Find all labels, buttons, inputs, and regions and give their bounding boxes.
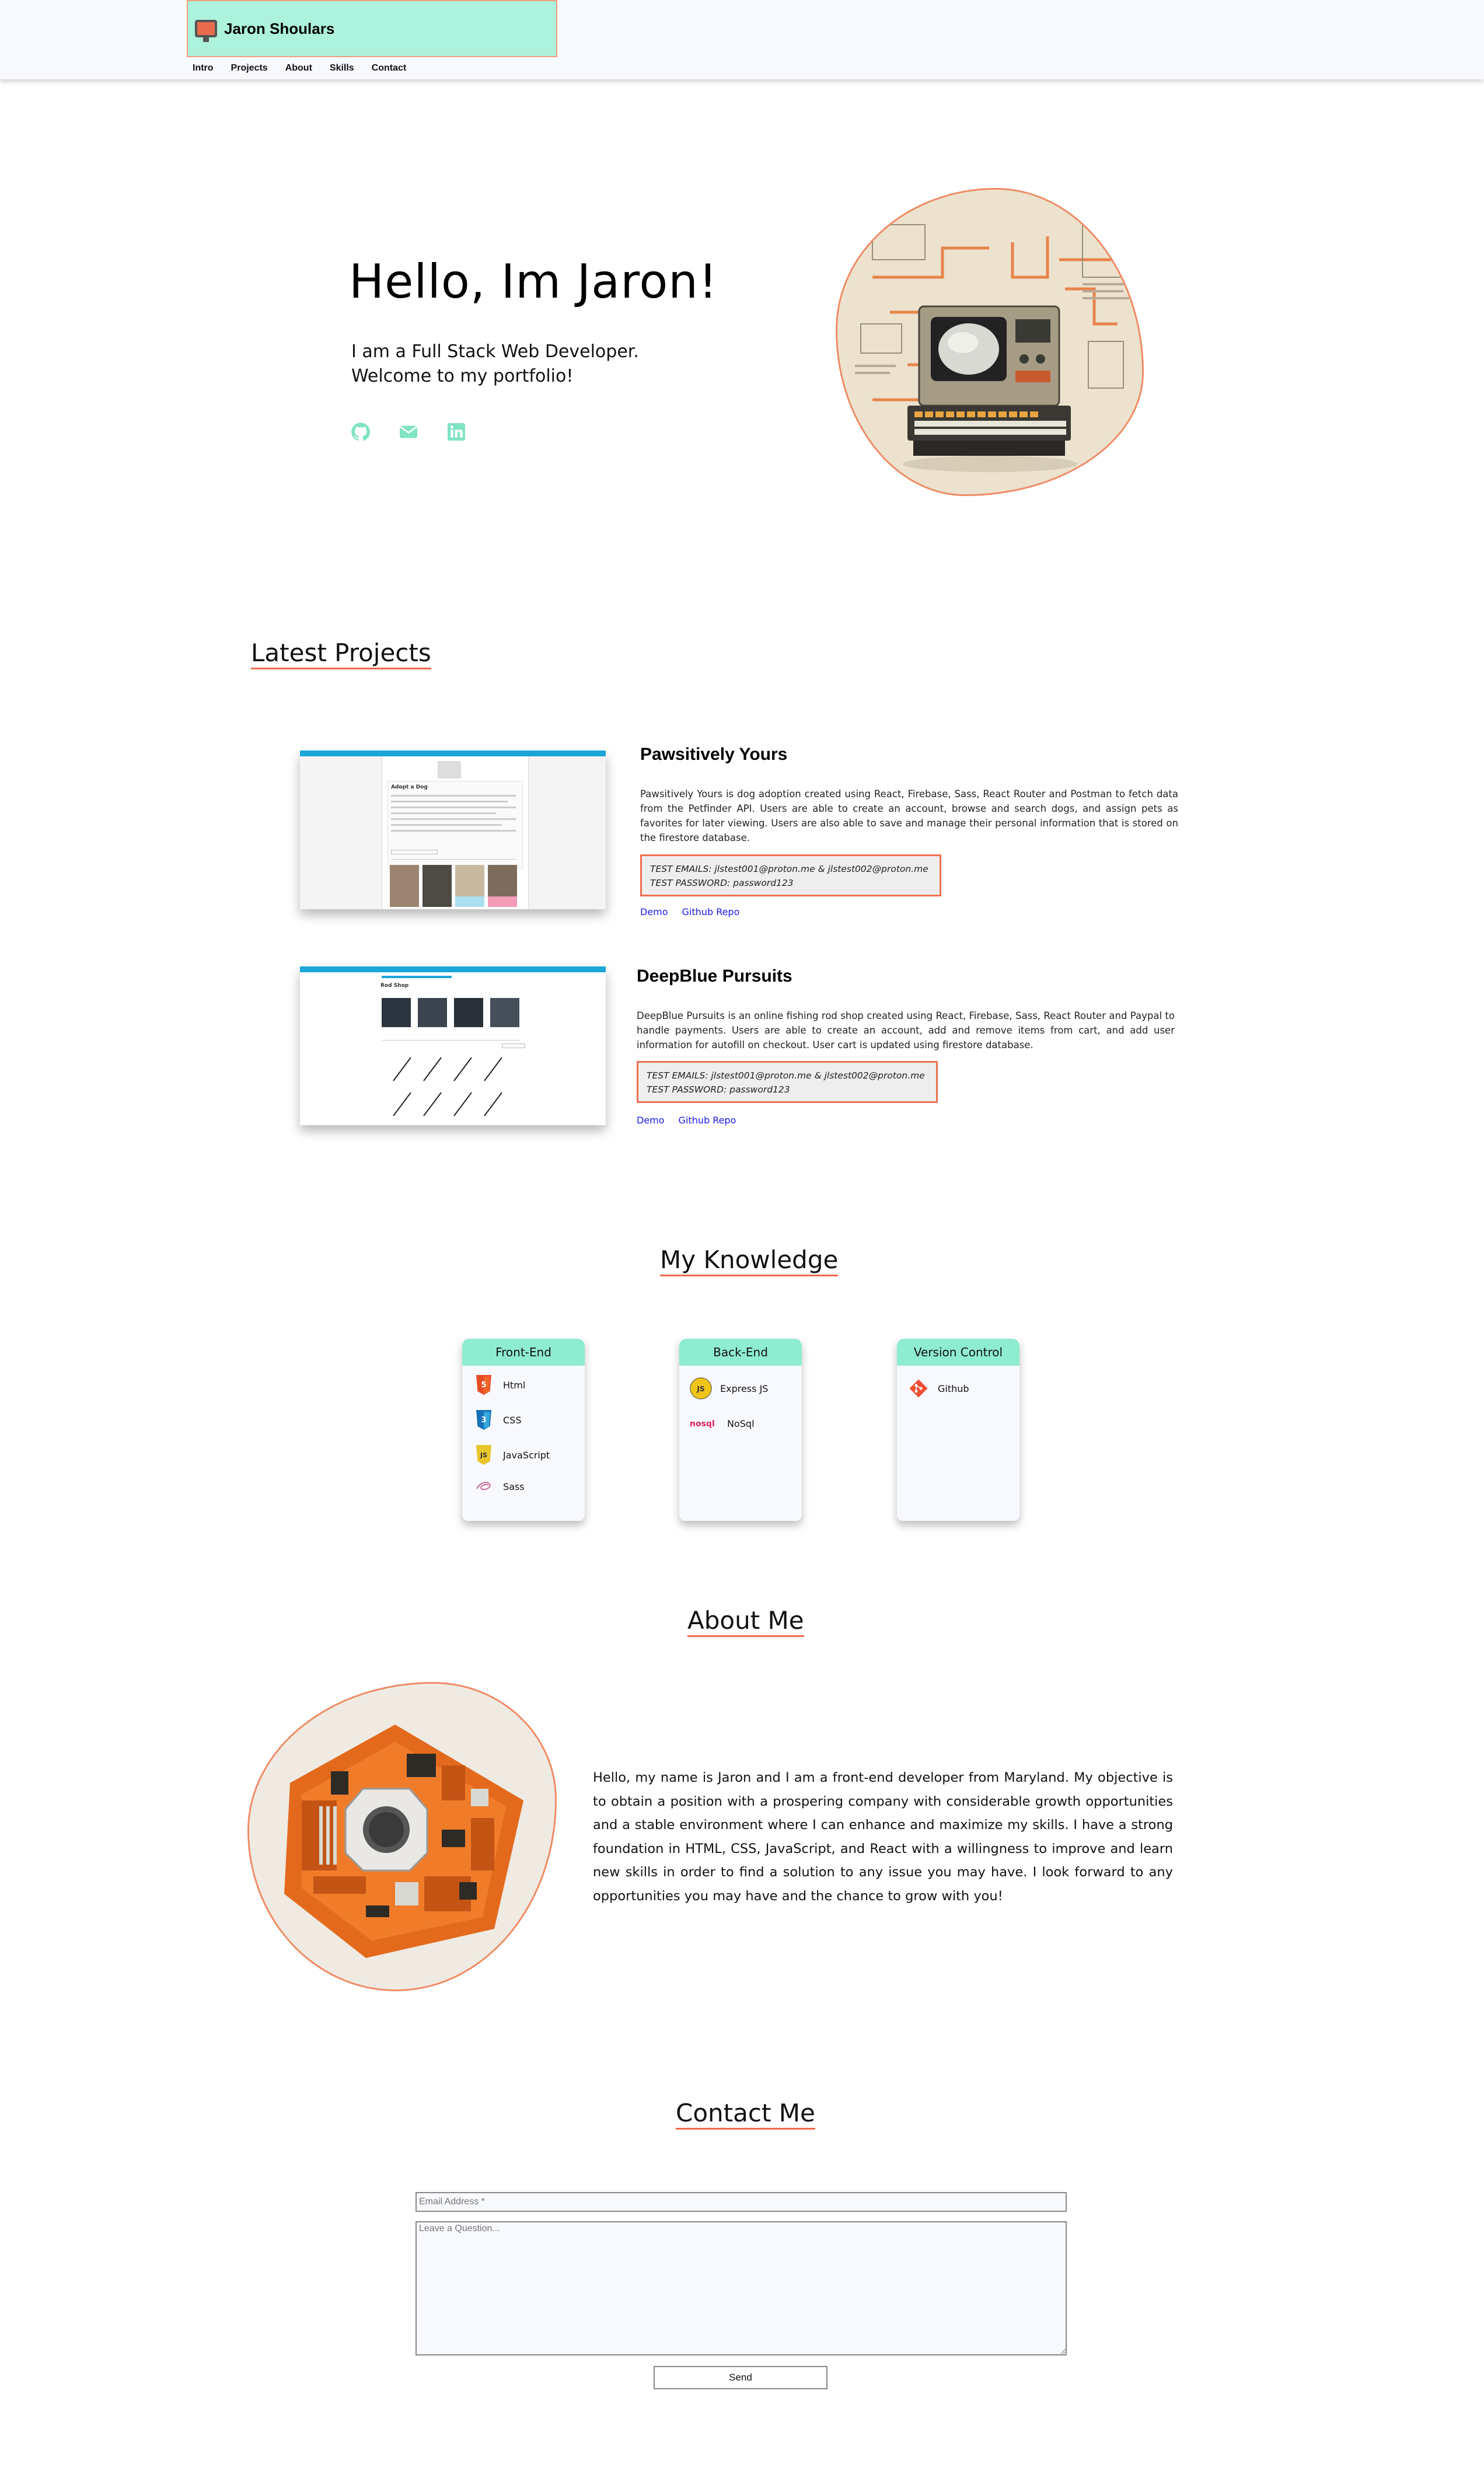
about-title: About Me [687, 1606, 804, 1637]
nosql-badge-text: nosql [690, 1419, 715, 1429]
brand-name: Jaron Shoulars [224, 19, 335, 37]
monitor-icon [195, 20, 217, 42]
test-password: TEST PASSWORD: password123 [647, 1084, 790, 1095]
project-links: Demo Github Repo [640, 906, 739, 917]
git-icon [907, 1377, 930, 1399]
skill-item: JS Express JS [690, 1377, 768, 1399]
email-field[interactable] [415, 2192, 1067, 2212]
about-motherboard-image [247, 1682, 557, 1991]
github-repo-link[interactable]: Github Repo [682, 906, 740, 917]
project-links: Demo Github Repo [637, 1115, 736, 1126]
question-textarea[interactable] [415, 2221, 1067, 2355]
skill-label: Express JS [720, 1383, 769, 1394]
github-icon[interactable] [350, 421, 371, 442]
test-emails: TEST EMAILS: jlstest001@proton.me & jlst… [647, 1070, 925, 1081]
project-description: DeepBlue Pursuits is an online fishing r… [637, 1010, 1175, 1050]
javascript-icon: JS [473, 1444, 495, 1466]
hero-title: Hello, Im Jaron! [349, 254, 718, 309]
nosql-icon: nosql [690, 1412, 719, 1435]
test-credentials: TEST EMAILS: jlstest001@proton.me & jlst… [637, 1061, 938, 1103]
skill-item: Sass [473, 1475, 525, 1498]
brand[interactable]: Jaron Shoulars [187, 0, 557, 57]
skill-label: CSS [503, 1414, 522, 1426]
svg-text:5: 5 [481, 1381, 486, 1390]
email-icon[interactable] [398, 421, 419, 442]
project-title: Pawsitively Yours [640, 745, 788, 764]
nav-about[interactable]: About [285, 63, 312, 74]
card-heading: Front-End [462, 1339, 585, 1366]
nav-intro[interactable]: Intro [193, 63, 214, 74]
contact-title: Contact Me [676, 2099, 815, 2130]
skill-card-back-end: Back-End JS Express JS nosql NoSql [679, 1339, 802, 1521]
hero-subtitle-line1: I am a Full Stack Web Developer. [351, 341, 639, 362]
nav-projects[interactable]: Projects [231, 63, 268, 74]
skill-item: 3 CSS [473, 1409, 521, 1431]
hero-subtitle-line2: Welcome to my portfolio! [351, 366, 574, 386]
skill-card-front-end: Front-End 5 Html 3 CSS JS JavaScript Sas… [462, 1339, 585, 1521]
skill-label: JavaScript [503, 1449, 550, 1461]
social-links [350, 421, 467, 442]
card-heading: Back-End [679, 1339, 802, 1366]
sass-icon [473, 1475, 495, 1498]
skill-label: NoSql [727, 1418, 755, 1429]
html5-icon: 5 [473, 1374, 495, 1396]
project-screenshot-heading: Adopt a Dog [391, 784, 428, 790]
skill-card-version-control: Version Control Github [897, 1339, 1019, 1521]
css3-icon: 3 [473, 1409, 495, 1431]
skill-label: Github [938, 1383, 969, 1394]
test-password: TEST PASSWORD: password123 [650, 878, 794, 888]
send-button[interactable]: Send [654, 2366, 827, 2389]
linkedin-icon[interactable] [446, 421, 467, 442]
skill-item: 5 Html [473, 1374, 525, 1396]
skill-label: Sass [503, 1481, 525, 1492]
js-badge-text: JS [696, 1385, 704, 1393]
demo-link[interactable]: Demo [640, 906, 668, 917]
card-heading: Version Control [897, 1339, 1019, 1366]
site-header: Jaron Shoulars Intro Projects About Skil… [0, 0, 1484, 79]
test-emails: TEST EMAILS: jlstest001@proton.me & jlst… [650, 864, 928, 874]
nav-skills[interactable]: Skills [330, 63, 354, 74]
express-js-icon: JS [690, 1377, 712, 1399]
project-description: Pawsitively Yours is dog adoption create… [640, 788, 1178, 843]
svg-text:JS: JS [480, 1451, 487, 1459]
github-repo-link[interactable]: Github Repo [679, 1115, 736, 1126]
nav-contact[interactable]: Contact [372, 63, 407, 74]
projects-title: Latest Projects [251, 638, 431, 669]
knowledge-title: My Knowledge [660, 1245, 839, 1276]
project-screenshot-heading: Rod Shop [380, 983, 409, 989]
main-nav: Intro Projects About Skills Contact [193, 63, 406, 74]
hero-subtitle: I am a Full Stack Web Developer. Welcome… [351, 340, 701, 389]
project-screenshot-pawsitively[interactable]: Adopt a Dog [300, 751, 606, 909]
skill-item: nosql NoSql [690, 1412, 755, 1435]
project-title: DeepBlue Pursuits [637, 966, 792, 986]
project-screenshot-deepblue[interactable]: Rod Shop [300, 966, 606, 1125]
skill-label: Html [503, 1379, 526, 1391]
hero-computer-image [836, 188, 1144, 496]
skill-item: JS JavaScript [473, 1444, 550, 1466]
skill-item: Github [907, 1377, 969, 1399]
demo-link[interactable]: Demo [637, 1115, 665, 1126]
about-text: Hello, my name is Jaron and I am a front… [593, 1770, 1173, 1904]
test-credentials: TEST EMAILS: jlstest001@proton.me & jlst… [640, 854, 941, 896]
svg-text:3: 3 [481, 1416, 486, 1425]
